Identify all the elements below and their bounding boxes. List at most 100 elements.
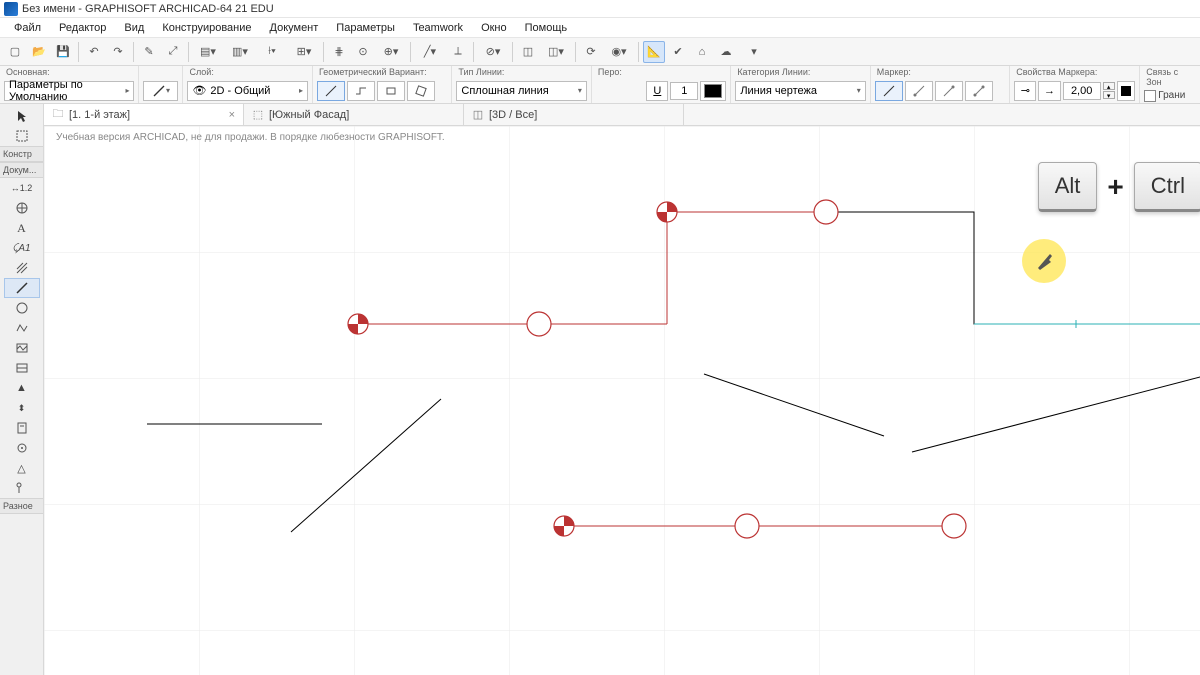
measure-icon[interactable]: 📐 [643, 41, 665, 63]
marker-arrow-pick[interactable]: → [1038, 81, 1060, 101]
line-tool[interactable] [4, 278, 40, 298]
ruler-icon[interactable]: ⟂ [447, 41, 469, 63]
node-endpoint[interactable] [657, 202, 677, 222]
arrow-tool[interactable] [4, 106, 40, 126]
view3d-icon[interactable]: ◉▾ [604, 41, 634, 63]
grid-icon[interactable]: ⋕ [328, 41, 350, 63]
tab-3d[interactable]: ◫ [3D / Все] [464, 104, 684, 125]
cloud-icon[interactable]: ☁ [715, 41, 737, 63]
cloudset-icon[interactable]: ▾ [739, 41, 769, 63]
node-endpoint[interactable] [554, 516, 574, 536]
line-segment[interactable] [704, 374, 884, 436]
worksheet-tool[interactable] [4, 418, 40, 438]
layer-value: 2D - Общий [210, 85, 270, 97]
geom-rect[interactable] [377, 81, 405, 101]
menu-window[interactable]: Окно [473, 20, 515, 36]
snap-icon[interactable]: ⊙ [352, 41, 374, 63]
fill-tool[interactable] [4, 258, 40, 278]
open-icon[interactable]: 📂 [28, 41, 50, 63]
tab-label: [1. 1-й этаж] [69, 109, 130, 121]
group-misc[interactable]: Разное [0, 498, 43, 514]
stepper-down-icon[interactable]: ▾ [1103, 91, 1115, 99]
menu-editor[interactable]: Редактор [51, 20, 114, 36]
uniform-pen-toggle[interactable]: U [646, 81, 668, 101]
menu-file[interactable]: Файл [6, 20, 49, 36]
linetype-dropdown[interactable]: Сплошная линия ▾ [456, 81, 586, 101]
layer-dropdown[interactable]: 👁 2D - Общий ▸ [187, 81, 308, 101]
layer-icon[interactable]: ▤▾ [193, 41, 223, 63]
marker-end[interactable] [935, 81, 963, 101]
menu-help[interactable]: Помощь [517, 20, 576, 36]
node-endpoint[interactable] [348, 314, 368, 334]
grid-tool[interactable] [4, 478, 40, 498]
traceset-icon[interactable]: ◫▾ [541, 41, 571, 63]
detail-tool[interactable] [4, 438, 40, 458]
layerset-icon[interactable]: ▥▾ [225, 41, 255, 63]
stepper-up-icon[interactable]: ▴ [1103, 82, 1115, 90]
node-handle[interactable] [735, 514, 759, 538]
circle-tool[interactable] [4, 298, 40, 318]
line-preview[interactable]: ▾ [143, 81, 178, 101]
redo-icon[interactable]: ↷ [107, 41, 129, 63]
close-icon[interactable]: × [229, 109, 235, 121]
menu-view[interactable]: Вид [116, 20, 152, 36]
level-dim-tool[interactable] [4, 198, 40, 218]
marker-none[interactable] [875, 81, 903, 101]
new-icon[interactable]: ▢ [4, 41, 26, 63]
marker-start[interactable] [905, 81, 933, 101]
menu-document[interactable]: Документ [262, 20, 327, 36]
geom-single[interactable] [317, 81, 345, 101]
folder-icon: 🗀 [52, 109, 64, 121]
interior-elev-tool[interactable]: ⬍ [4, 398, 40, 418]
undo-icon[interactable]: ↶ [83, 41, 105, 63]
main-toolbar: ▢ 📂 💾 ↶ ↷ ✎ ⤢ ▤▾ ▥▾ ⟊▾ ⊞▾ ⋕ ⊙ ⊕▾ ╱▾ ⟂ ⊘▾… [0, 38, 1200, 66]
node-handle[interactable] [942, 514, 966, 538]
check-icon[interactable]: ✔ [667, 41, 689, 63]
home-icon[interactable]: ⌂ [691, 41, 713, 63]
node-handle[interactable] [814, 200, 838, 224]
text-tool[interactable]: A [4, 218, 40, 238]
pick-icon[interactable]: ✎ [138, 41, 160, 63]
dimension-tool[interactable]: ↔1.2 [4, 178, 40, 198]
marquee-tool[interactable] [4, 126, 40, 146]
polyline-tool[interactable] [4, 318, 40, 338]
group-construction[interactable]: Констр [0, 146, 43, 162]
tab-elevation[interactable]: ⬚ [Южный Фасад] [244, 104, 464, 125]
linecat-dropdown[interactable]: Линия чертежа ▾ [735, 81, 865, 101]
marker-type-pick[interactable]: ⊸ [1014, 81, 1036, 101]
orbit-icon[interactable]: ⟳ [580, 41, 602, 63]
title-bar: Без имени - GRAPHISOFT ARCHICAD-64 21 ED… [0, 0, 1200, 18]
suspend-icon[interactable]: ⊘▾ [478, 41, 508, 63]
polyline[interactable] [667, 212, 1076, 324]
marker-both[interactable] [965, 81, 993, 101]
elevation-tool[interactable]: ▲ [4, 378, 40, 398]
default-settings-dropdown[interactable]: Параметры по Умолчанию ▸ [4, 81, 134, 101]
change-tool[interactable]: △ [4, 458, 40, 478]
geom-rotrect[interactable] [407, 81, 435, 101]
save-icon[interactable]: 💾 [52, 41, 74, 63]
line-segment[interactable] [291, 399, 441, 532]
line-segment[interactable] [912, 376, 1200, 452]
tab-floorplan[interactable]: 🗀 [1. 1-й этаж] × [44, 104, 244, 125]
zone-boundary-checkbox[interactable] [1144, 90, 1156, 102]
display-icon[interactable]: ⊞▾ [289, 41, 319, 63]
eyedrop-icon[interactable]: ⤢ [162, 41, 184, 63]
drawing-canvas[interactable]: Учебная версия ARCHICAD, не для продажи.… [44, 126, 1200, 675]
scale-icon[interactable]: ⟊▾ [257, 41, 287, 63]
section-tool[interactable] [4, 358, 40, 378]
pen-color-picker[interactable] [700, 81, 726, 101]
snapset-icon[interactable]: ⊕▾ [376, 41, 406, 63]
node-handle[interactable] [527, 312, 551, 336]
marker-pen[interactable] [1117, 81, 1136, 101]
label-tool[interactable]: ⤹A1 [4, 238, 40, 258]
pen-number-input[interactable] [670, 82, 698, 100]
group-document[interactable]: Докум... [0, 162, 43, 178]
guide-icon[interactable]: ╱▾ [415, 41, 445, 63]
menu-construct[interactable]: Конструирование [154, 20, 259, 36]
menu-params[interactable]: Параметры [328, 20, 403, 36]
marker-size-input[interactable] [1063, 82, 1101, 100]
trace-icon[interactable]: ◫ [517, 41, 539, 63]
drawing-tool[interactable] [4, 338, 40, 358]
geom-chain[interactable] [347, 81, 375, 101]
menu-teamwork[interactable]: Teamwork [405, 20, 471, 36]
